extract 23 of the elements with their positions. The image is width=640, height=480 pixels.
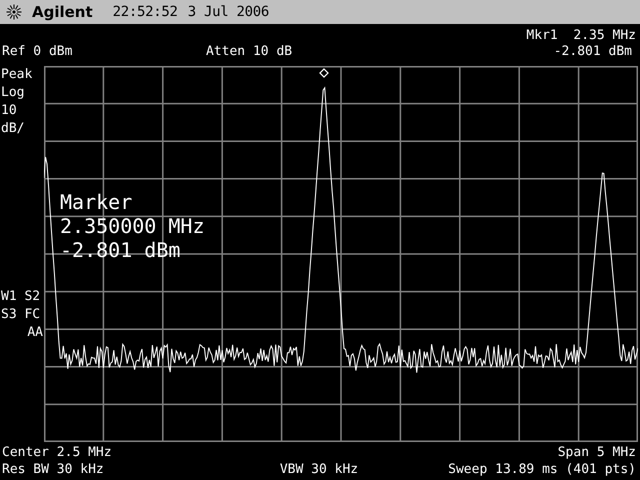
marker-readout: Mkr1 2.35 MHz [526,28,636,44]
status-label: S3 FC [1,306,40,324]
scale-label: dB/ [1,120,24,138]
attenuation: Atten 10 dB [206,44,294,60]
scale-label: Log [1,84,24,102]
brand-name: Agilent [32,3,93,21]
scale-label: 10 [1,102,17,120]
sweep-time: Sweep 13.89 ms (401 pts) [448,462,636,478]
marker-text: Marker [60,190,132,214]
marker-text: -2.801 dBm [60,238,180,262]
resolution-bandwidth: Res BW 30 kHz [2,462,105,478]
video-bandwidth: VBW 30 kHz [280,462,358,478]
frequency-span: Span 5 MHz [558,444,636,460]
date-text: 3 Jul 2006 [188,4,269,20]
status-label: AA [27,324,43,342]
marker-level: -2.801 dBm [554,44,633,60]
marker-text: 2.350000 MHz [60,214,204,238]
center-frequency: Center 2.5 MHz [2,444,113,460]
reference-level: Ref 0 dBm [2,44,74,60]
starburst-logo-icon [6,4,22,20]
time-text: 22:52:52 [112,4,178,20]
status-label: W1 S2 [1,288,40,306]
scale-label: Peak [1,66,32,84]
